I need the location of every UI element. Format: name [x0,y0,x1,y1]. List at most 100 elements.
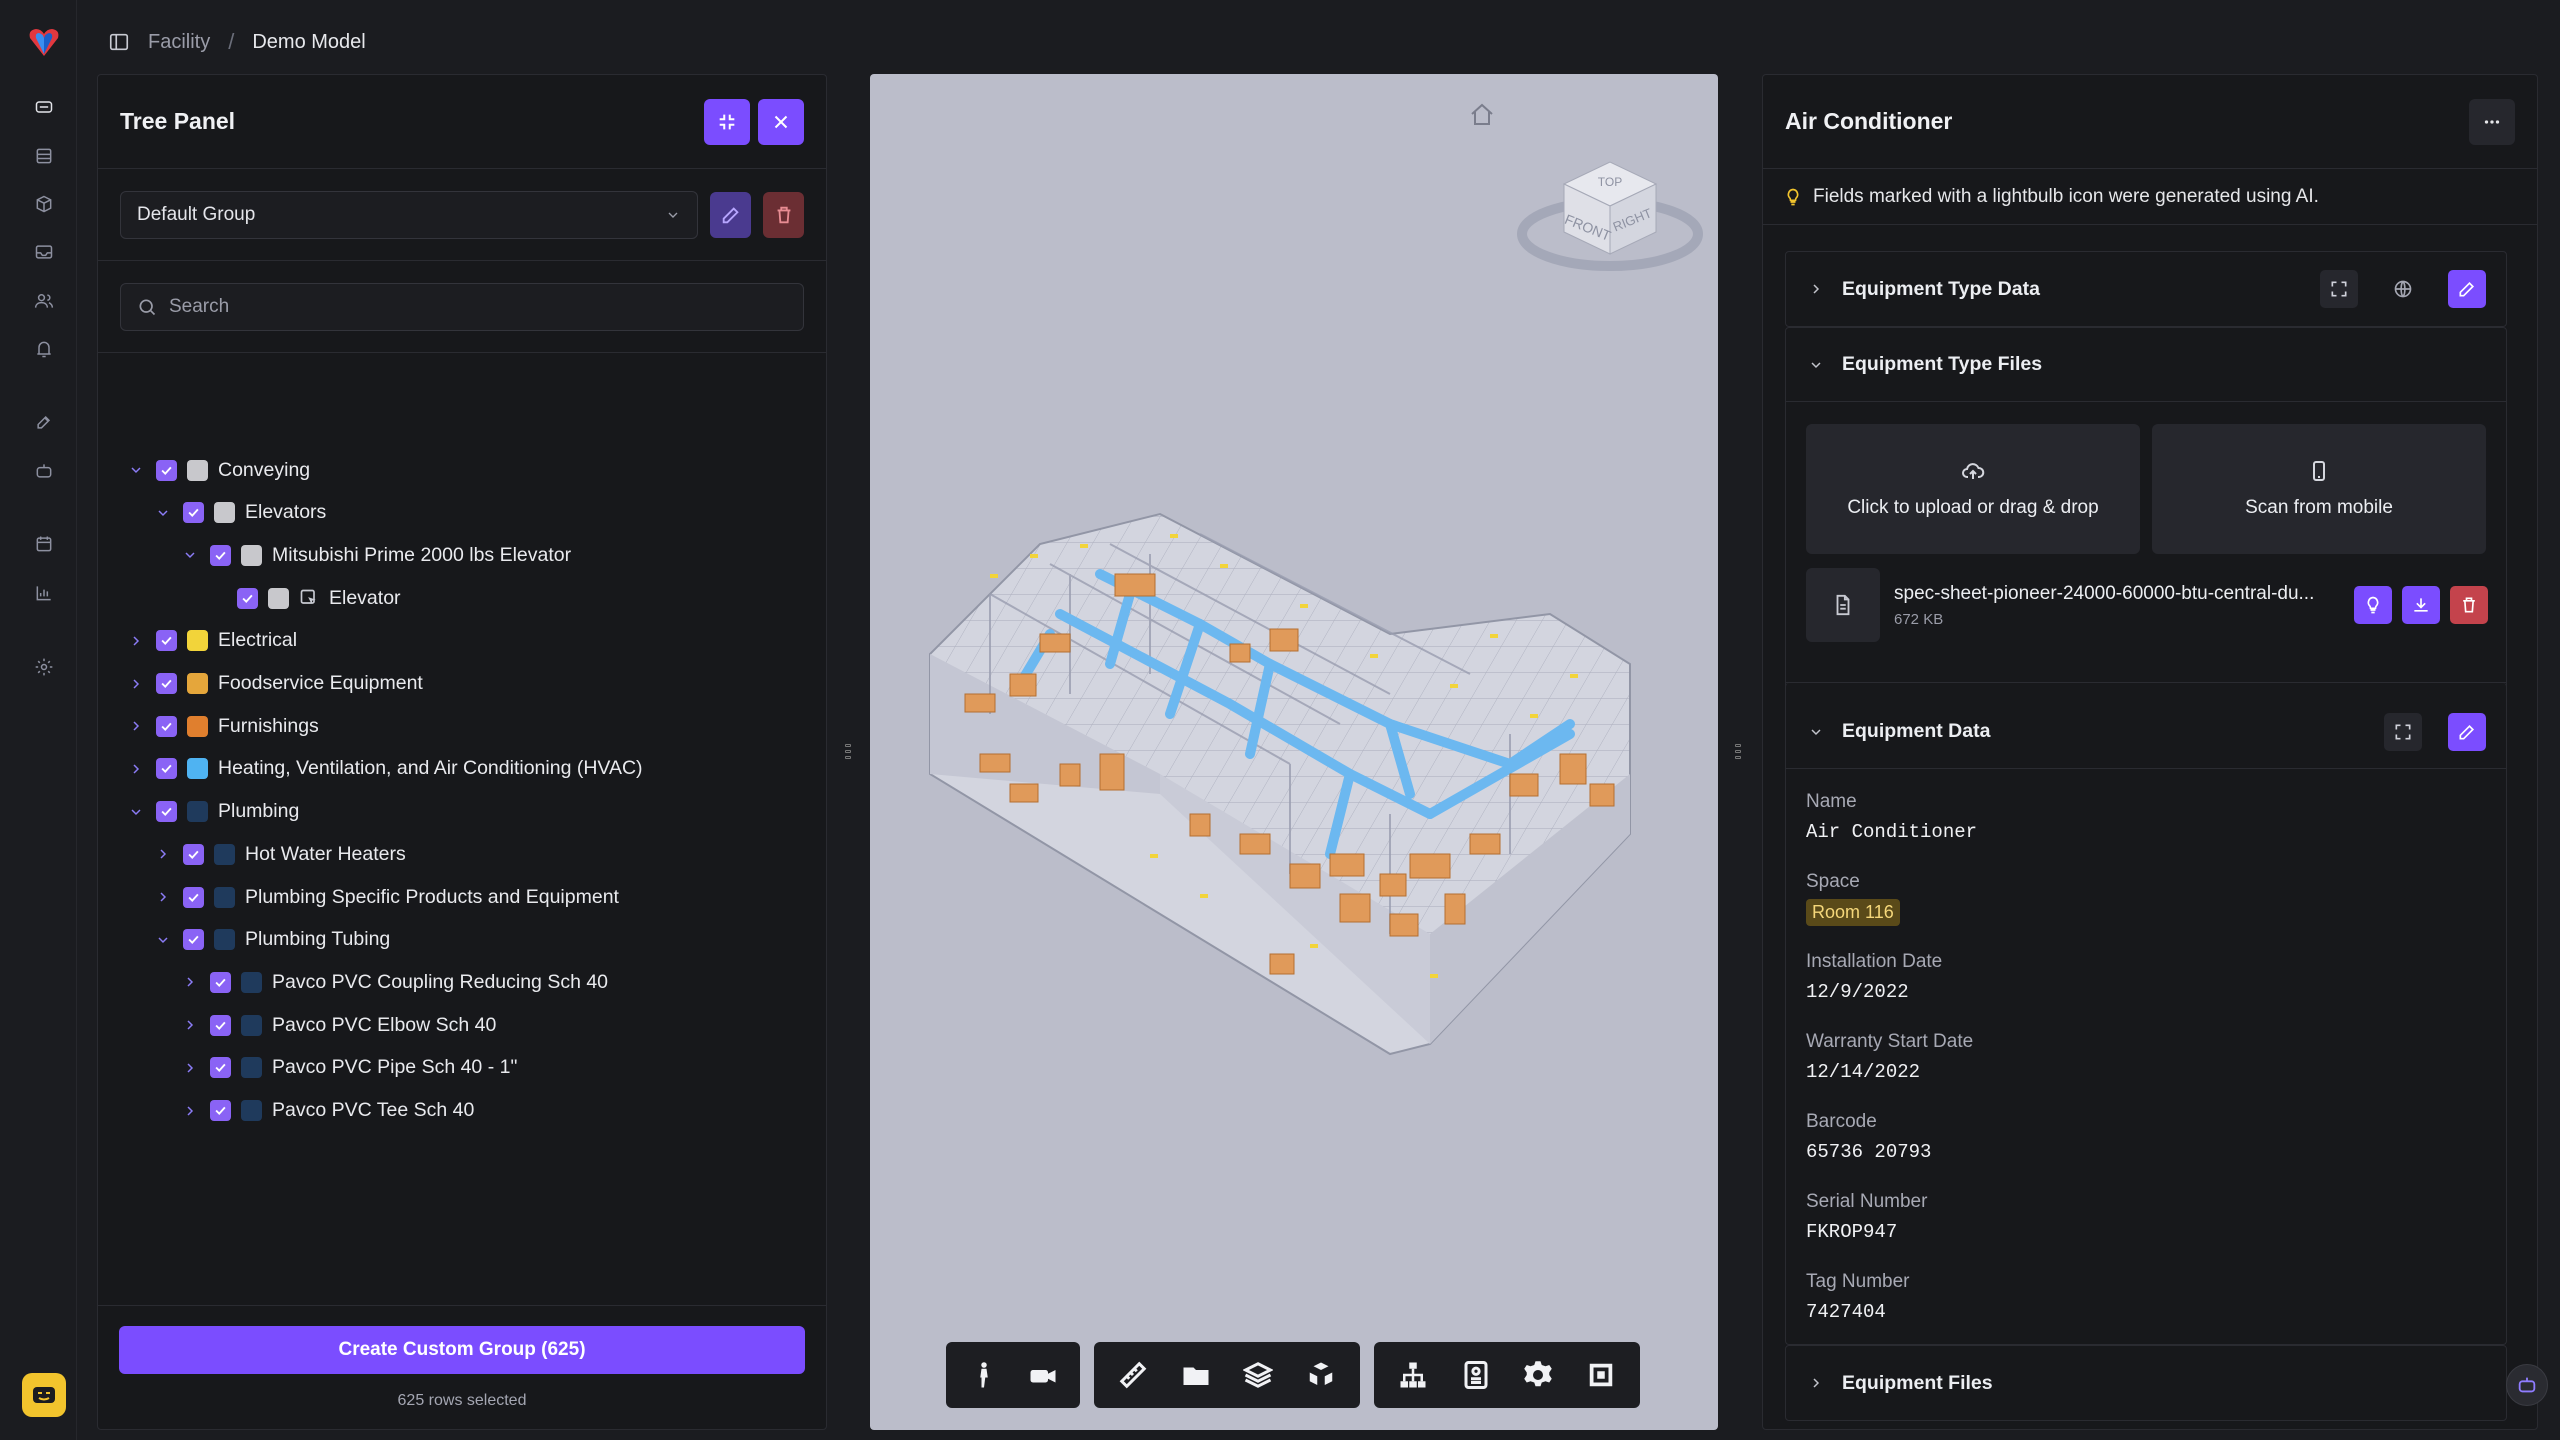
globe-button[interactable] [2384,270,2422,308]
folder-icon[interactable] [1165,1342,1228,1408]
rail-tools-icon[interactable] [29,407,59,437]
tree-row[interactable]: Conveying [126,449,310,491]
assistant-button[interactable] [2506,1364,2548,1406]
color-swatch[interactable] [214,843,235,865]
chevron-right-icon[interactable] [180,1058,200,1078]
chevron-right-icon[interactable] [126,716,146,736]
rail-settings-icon[interactable] [29,652,59,682]
section-header-equipment-data[interactable]: Equipment Data [1786,695,2506,769]
settings-icon[interactable] [1507,1342,1570,1408]
tree-row-checkbox[interactable] [156,630,177,652]
tree-row-checkbox[interactable] [183,929,204,951]
color-swatch[interactable] [268,587,289,609]
tree-row[interactable]: Pavco PVC Pipe Sch 40 - 1" [180,1047,517,1089]
chevron-right-icon[interactable] [180,1101,200,1121]
rail-users-icon[interactable] [29,286,59,316]
tree-row[interactable]: Pavco PVC Elbow Sch 40 [180,1004,496,1046]
tree-row[interactable]: Elevators [153,492,326,534]
sidebar-toggle-icon[interactable] [108,31,130,53]
tree-search[interactable] [120,282,804,331]
tree-row[interactable]: Furnishings [126,705,319,747]
color-swatch[interactable] [187,673,208,694]
rail-assistant-icon[interactable] [29,456,59,486]
color-swatch[interactable] [241,1057,262,1079]
tree-row-checkbox[interactable] [210,1014,231,1036]
expand-equipment-data-button[interactable] [2384,712,2422,751]
color-swatch[interactable] [187,715,208,737]
tree-row-checkbox[interactable] [183,502,204,524]
chevron-right-icon[interactable] [153,887,173,907]
tree-row[interactable]: Pavco PVC Coupling Reducing Sch 40 [180,961,608,1003]
user-avatar[interactable] [22,1373,66,1417]
edit-type-data-button[interactable] [2448,270,2486,308]
tree-row-checkbox[interactable] [183,886,204,908]
collapse-button[interactable] [704,98,750,145]
viewer-home-icon[interactable] [1471,103,1493,125]
tree-row[interactable]: Heating, Ventilation, and Air Conditioni… [126,748,643,790]
viewcube[interactable]: TOP FRONT RIGHT [1517,161,1703,271]
section-header-type-data[interactable]: Equipment Type Data [1786,252,2506,326]
rail-reports-icon[interactable] [29,578,59,608]
search-input[interactable] [169,295,769,318]
right-resize-handle[interactable] [1734,742,1742,760]
tree-row-checkbox[interactable] [183,843,204,865]
upload-dropzone[interactable]: Click to upload or drag & drop [1806,424,2140,554]
tree-row[interactable]: Foodservice Equipment [126,663,423,705]
layers-icon[interactable] [1227,1342,1290,1408]
chevron-down-icon[interactable] [126,460,146,480]
left-resize-handle[interactable] [844,742,852,760]
rail-dashboard-icon[interactable] [29,92,59,122]
rail-models-icon[interactable] [29,189,59,219]
space-badge[interactable]: Room 116 [1806,899,1900,926]
camera-icon[interactable] [1013,1342,1072,1408]
properties-icon[interactable] [1445,1342,1508,1408]
file-name[interactable]: spec-sheet-pioneer-24000-60000-btu-centr… [1894,583,2334,605]
tree-row-checkbox[interactable] [237,587,258,609]
tree-icon[interactable] [1382,1342,1445,1408]
breadcrumb-facility[interactable]: Facility [148,31,210,54]
chevron-right-icon[interactable] [180,972,200,992]
chevron-right-icon[interactable] [180,1015,200,1035]
close-tree-button[interactable] [758,98,804,145]
section-header-equipment-files[interactable]: Equipment Files [1786,1346,2506,1420]
chevron-down-icon[interactable] [180,545,200,565]
edit-equipment-data-button[interactable] [2448,712,2486,751]
rail-calendar-icon[interactable] [29,529,59,559]
model-viewer[interactable]: TOP FRONT RIGHT [870,74,1718,1430]
measure-icon[interactable] [1102,1342,1165,1408]
tree-row[interactable]: Plumbing Specific Products and Equipment [153,876,619,918]
tree-row-checkbox[interactable] [210,1057,231,1079]
color-swatch[interactable] [241,544,262,566]
explode-icon[interactable] [1290,1342,1353,1408]
chevron-right-icon[interactable] [153,844,173,864]
walk-icon[interactable] [954,1342,1013,1408]
chevron-down-icon[interactable] [153,503,173,523]
rail-inbox-icon[interactable] [29,237,59,267]
tree-row[interactable]: Plumbing [126,791,299,833]
color-swatch[interactable] [241,971,262,993]
color-swatch[interactable] [241,1014,262,1036]
chevron-down-icon[interactable] [153,930,173,950]
building-model[interactable]: TOP FRONT RIGHT [870,74,1718,1430]
chevron-right-icon[interactable] [126,631,146,651]
color-swatch[interactable] [241,1100,262,1121]
color-swatch[interactable] [214,502,235,524]
tree-row[interactable]: Pavco PVC Tee Sch 40 [180,1090,474,1132]
edit-group-button[interactable] [710,191,751,238]
rail-buildings-icon[interactable] [29,141,59,171]
chevron-right-icon[interactable] [126,759,146,779]
scan-from-mobile-button[interactable]: Scan from mobile [2152,424,2486,554]
rail-alerts-icon[interactable] [29,334,59,364]
group-select[interactable]: Default Group [120,190,698,239]
tree-row-checkbox[interactable] [210,971,231,993]
color-swatch[interactable] [214,886,235,908]
create-custom-group-button[interactable]: Create Custom Group (625) [119,1326,805,1374]
section-header-type-files[interactable]: Equipment Type Files [1786,328,2506,402]
tree-row-checkbox[interactable] [156,673,177,694]
ai-file-button[interactable] [2354,586,2392,624]
color-swatch[interactable] [187,758,208,780]
tree-row[interactable]: Elevator [207,577,401,619]
color-swatch[interactable] [187,459,208,481]
download-file-button[interactable] [2402,586,2440,624]
color-swatch[interactable] [214,929,235,951]
